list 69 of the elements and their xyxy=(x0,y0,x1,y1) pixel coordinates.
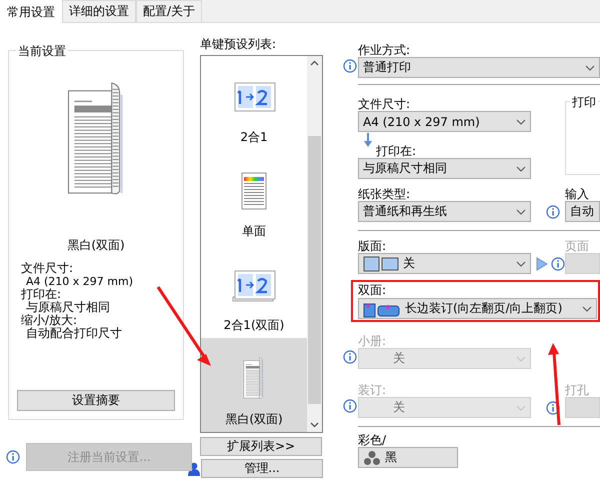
chevron-icon xyxy=(516,118,526,124)
field-label: 彩色/ xyxy=(358,433,388,447)
tab[interactable]: 详细的设置 xyxy=(62,0,136,22)
chevron-icon xyxy=(516,404,526,410)
detail-value: 自动配合打印尺寸 xyxy=(25,327,123,340)
preview-caption: 黑白(双面) xyxy=(66,237,126,254)
scroll-thumb[interactable] xyxy=(308,136,321,404)
disabled-field xyxy=(565,253,600,274)
dropdown[interactable]: 自动 xyxy=(565,201,600,222)
preset-item[interactable]: 2合1(双面) xyxy=(201,244,307,338)
field-label: 小册: xyxy=(358,334,388,348)
field-label: 作业方式: xyxy=(358,43,412,57)
document-icon xyxy=(240,171,268,211)
field-label: 文件尺寸: xyxy=(358,97,412,111)
expand-button[interactable]: 扩展列表>> xyxy=(200,437,322,456)
play-icon xyxy=(536,256,548,270)
field-label: 纸张类型: xyxy=(358,187,412,201)
preset-label: 黑白(双面) xyxy=(225,411,283,428)
tab[interactable]: 常用设置 xyxy=(0,0,62,24)
chevron-icon xyxy=(582,306,592,312)
chevron-icon xyxy=(516,356,526,362)
dropdown[interactable]: 与原稿尺寸相同 xyxy=(358,158,531,179)
layout-icon xyxy=(363,254,399,272)
document-icon xyxy=(243,356,265,399)
chevron-icon xyxy=(516,166,526,172)
manage-button[interactable]: 管理... xyxy=(201,459,323,478)
preset-item[interactable]: 单面 xyxy=(201,150,307,244)
disabled-field xyxy=(565,397,600,418)
tab[interactable]: 配置/关于 xyxy=(136,0,202,22)
detail-label: 缩小/放大: xyxy=(21,314,78,327)
preset-item[interactable]: 2合1 xyxy=(201,56,307,150)
dropdown[interactable]: 普通打印 xyxy=(358,57,600,78)
chevron-icon xyxy=(585,64,595,70)
detail-value: 与原稿尺寸相同 xyxy=(25,301,111,314)
field-label: 打孔 xyxy=(565,383,590,397)
info-icon xyxy=(551,256,565,270)
field-label: 版面: xyxy=(358,239,388,253)
info-icon xyxy=(343,399,357,413)
dropdown[interactable]: 关 xyxy=(358,253,531,274)
info-icon xyxy=(546,400,560,414)
scrollbar[interactable] xyxy=(307,56,322,432)
chevron-icon xyxy=(516,208,526,214)
summary-button[interactable]: 设置摘要 xyxy=(17,390,175,411)
detail-label: 文件尺寸: xyxy=(21,262,74,275)
detail-value: A4 (210 x 297 mm) xyxy=(25,275,134,288)
dropdown[interactable]: 黑 xyxy=(358,447,458,468)
group-title: 打印 xyxy=(570,95,598,109)
preset-label: 2合1 xyxy=(240,129,268,146)
info-icon xyxy=(546,204,560,218)
dropdown[interactable]: 长边装订(向左翻页/向上翻页) xyxy=(358,298,597,319)
person-icon xyxy=(188,462,200,476)
field-label: 装订: xyxy=(358,383,388,397)
info-icon xyxy=(343,59,357,73)
down-arrow-icon xyxy=(363,132,373,148)
preset-label: 单面 xyxy=(242,223,266,240)
dots-icon xyxy=(363,450,381,466)
field-label: 打印在: xyxy=(376,144,416,158)
detail-label: 打印在: xyxy=(21,288,62,301)
info-icon xyxy=(343,350,357,364)
field-label: 双面: xyxy=(358,283,388,297)
list-title: 单键预设列表: xyxy=(200,36,278,53)
dropdown[interactable]: A4 (210 x 297 mm) xyxy=(358,111,531,132)
chevron-icon xyxy=(516,260,526,266)
info-icon xyxy=(6,450,20,464)
preset-label: 2合1(双面) xyxy=(224,317,284,334)
dropdown[interactable]: 普通纸和再生纸 xyxy=(358,201,531,222)
field-label: 输入 xyxy=(565,187,590,201)
preset-item[interactable]: 黑白(双面) xyxy=(201,338,307,432)
field-label: 页面 xyxy=(565,239,590,253)
